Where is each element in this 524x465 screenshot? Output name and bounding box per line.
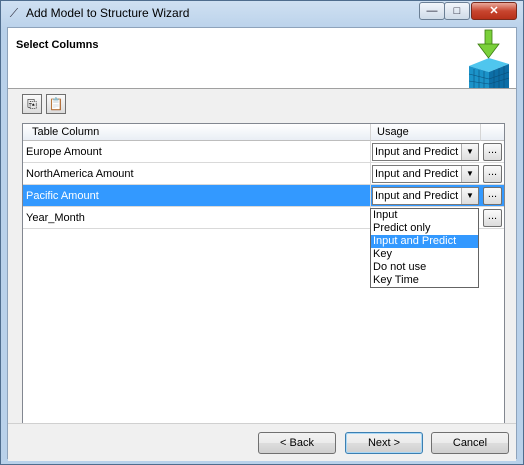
column-header-blank <box>481 124 504 141</box>
back-button[interactable]: < Back <box>258 432 336 454</box>
next-button[interactable]: Next > <box>345 432 423 454</box>
ellipsis-button[interactable]: ... <box>483 187 502 205</box>
cancel-button[interactable]: Cancel <box>431 432 509 454</box>
wizard-header: Select Columns <box>8 28 516 89</box>
cell-divider <box>370 163 371 184</box>
usage-select[interactable]: Input and Predict ▼ <box>372 143 479 161</box>
ellipsis-button[interactable]: ... <box>483 165 502 183</box>
row-column-name: Year_Month <box>26 212 85 224</box>
row-column-name: NorthAmerica Amount <box>26 168 134 180</box>
usage-value: Input and Predict <box>375 168 459 180</box>
ellipsis-button[interactable]: ... <box>483 143 502 161</box>
wizard-window: ⟋ Add Model to Structure Wizard — □ ✕ Se… <box>0 0 524 465</box>
dropdown-option[interactable]: Do not use <box>371 261 478 274</box>
mining-structure-icon <box>468 29 510 88</box>
wizard-footer: < Back Next > Cancel <box>8 423 516 461</box>
wizard-client-area: Select Columns ⎘ 📋 Table Column Usage Eu… <box>7 27 517 461</box>
row-column-name: Europe Amount <box>26 146 102 158</box>
usage-value: Input and Predict <box>375 190 459 202</box>
app-icon: ⟋ <box>9 6 19 20</box>
dropdown-option[interactable]: Key Time <box>371 274 478 287</box>
table-row[interactable]: NorthAmerica Amount Input and Predict ▼ … <box>23 163 504 185</box>
usage-dropdown-list[interactable]: Input Predict only Input and Predict Key… <box>370 208 479 288</box>
dropdown-arrow-icon[interactable]: ▼ <box>461 188 478 204</box>
maximize-button[interactable]: □ <box>444 2 470 20</box>
dropdown-option[interactable]: Input <box>371 209 478 222</box>
usage-select[interactable]: Input and Predict ▼ <box>372 187 479 205</box>
dropdown-option-highlighted[interactable]: Input and Predict <box>371 235 478 248</box>
row-column-name: Pacific Amount <box>26 190 99 202</box>
close-button[interactable]: ✕ <box>471 2 517 20</box>
usage-value: Input and Predict <box>375 146 459 158</box>
ellipsis-button[interactable]: ... <box>483 209 502 227</box>
cell-divider <box>370 141 371 162</box>
title-bar[interactable]: ⟋ Add Model to Structure Wizard — □ ✕ <box>1 1 523 27</box>
column-header-table-column[interactable]: Table Column <box>23 124 371 141</box>
usage-select[interactable]: Input and Predict ▼ <box>372 165 479 183</box>
copy-icon[interactable]: ⎘ <box>22 94 42 114</box>
dropdown-option[interactable]: Predict only <box>371 222 478 235</box>
minimize-button[interactable]: — <box>419 2 445 20</box>
window-title: Add Model to Structure Wizard <box>26 6 190 20</box>
table-row[interactable]: Europe Amount Input and Predict ▼ ... <box>23 141 504 163</box>
dropdown-arrow-icon[interactable]: ▼ <box>461 144 478 160</box>
dropdown-arrow-icon[interactable]: ▼ <box>461 166 478 182</box>
paste-icon[interactable]: 📋 <box>46 94 66 114</box>
table-row-selected[interactable]: Pacific Amount Input and Predict ▼ ... <box>23 185 504 207</box>
page-title: Select Columns <box>16 39 99 51</box>
cell-divider <box>370 185 371 206</box>
dropdown-option[interactable]: Key <box>371 248 478 261</box>
column-header-usage[interactable]: Usage <box>371 124 481 141</box>
